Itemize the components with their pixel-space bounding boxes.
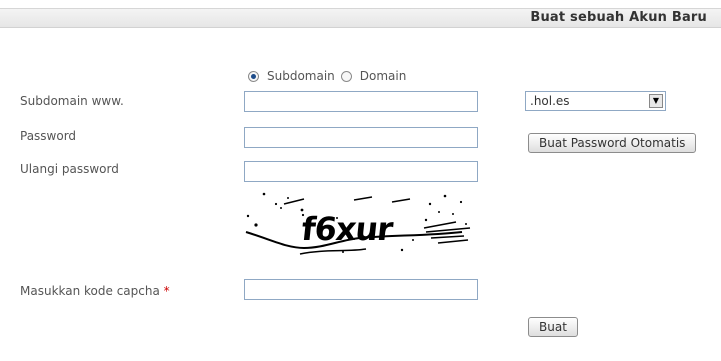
repeat-password-input[interactable] (244, 161, 478, 182)
password-input[interactable] (244, 127, 478, 148)
form-title: Buat sebuah Akun Baru (530, 10, 707, 25)
subdomain-radio[interactable] (248, 70, 259, 82)
domain-type-radio-group: Subdomain Domain (248, 68, 412, 84)
generate-password-button[interactable]: Buat Password Otomatis (528, 133, 697, 153)
signup-form-panel: Buat sebuah Akun Baru Subdomain Domain S… (0, 0, 721, 361)
password-label: Password (20, 129, 77, 143)
captcha-code-label: Masukkan kode capcha * (20, 284, 170, 298)
repeat-password-label: Ulangi password (20, 162, 119, 176)
domain-suffix-select[interactable]: .hol.es ▼ (525, 91, 666, 111)
captcha-text: f6xur (300, 210, 396, 248)
domain-suffix-value: .hol.es (530, 94, 570, 108)
domain-radio-label[interactable]: Domain (360, 69, 407, 83)
captcha-image: f6xur (245, 192, 471, 255)
subdomain-label: Subdomain www. (20, 94, 124, 108)
domain-radio[interactable] (340, 70, 352, 82)
form-header: Buat sebuah Akun Baru (0, 8, 721, 28)
captcha-code-label-text: Masukkan kode capcha (20, 284, 160, 298)
subdomain-input[interactable] (244, 91, 478, 112)
submit-button[interactable]: Buat (528, 317, 578, 337)
subdomain-radio-label[interactable]: Subdomain (267, 69, 335, 83)
required-marker: * (163, 284, 170, 298)
chevron-down-icon[interactable]: ▼ (649, 94, 663, 108)
captcha-input[interactable] (244, 279, 478, 300)
